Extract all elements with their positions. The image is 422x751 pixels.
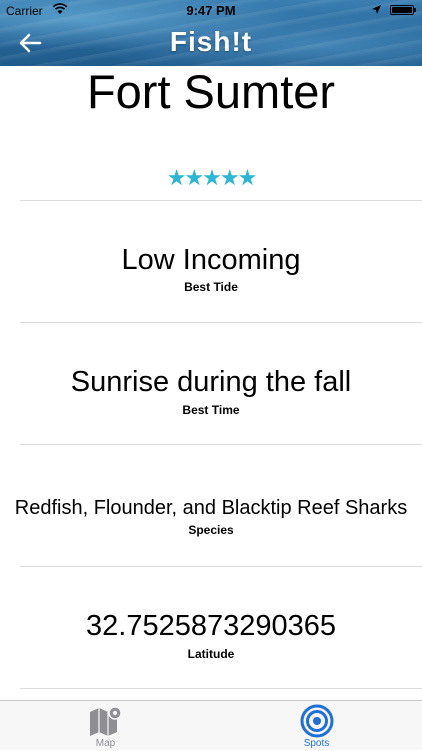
divider [20,444,422,445]
star-rating: ★★★★★ [166,165,258,190]
best-time-label: Best Time [182,403,240,417]
tab-spots[interactable]: Spots [211,701,422,751]
battery-icon [390,5,416,15]
latitude-label: Latitude [187,647,235,661]
spot-title: Fort Sumter [86,65,336,118]
species-label: Species [188,523,234,537]
divider [20,566,422,567]
app-logo: Fish!t [169,26,253,57]
location-arrow-icon [371,4,382,18]
best-tide-label: Best Tide [184,280,238,294]
species-value: Redfish, Flounder, and Blacktip Reef Sha… [14,497,408,519]
best-tide-value: Low Incoming [121,244,301,276]
latitude-value: 32.7525873290365 [86,610,336,642]
tab-bar: Map Spots [0,700,422,750]
best-time-value: Sunrise during the fall [70,366,352,398]
status-bar: Carrier 9:47 PM [0,0,422,20]
clock-time: 9:47 PM [186,3,236,18]
divider [20,200,422,201]
tab-map[interactable]: Map [0,701,211,751]
divider [20,688,422,689]
tab-spots-label: Spots [303,738,330,749]
tab-map-label: Map [95,738,116,749]
divider [20,322,422,323]
